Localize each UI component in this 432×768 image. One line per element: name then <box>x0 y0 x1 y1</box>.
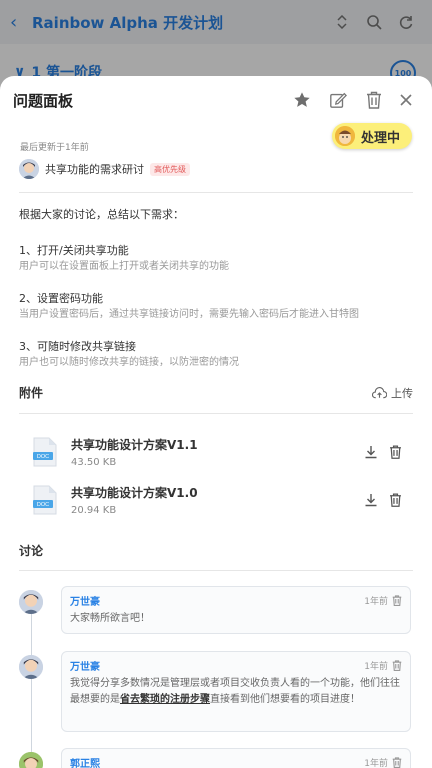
download-icon[interactable] <box>359 445 383 459</box>
upload-button[interactable]: 上传 <box>372 385 413 401</box>
attachment-item[interactable]: DOC 共享功能设计方案V1.1 43.50 KB <box>33 432 407 472</box>
status-label: 处理中 <box>360 130 400 146</box>
comment-author[interactable]: 万世豪 <box>70 593 364 608</box>
attachment-size: 43.50 KB <box>71 457 117 468</box>
trash-icon[interactable] <box>392 757 402 768</box>
comment-time: 1年前 <box>364 597 388 607</box>
svg-text:DOC: DOC <box>37 454 49 460</box>
cloud-upload-icon <box>372 386 387 398</box>
comment-author[interactable]: 郭正熙 <box>70 755 364 768</box>
divider <box>19 413 413 414</box>
upload-label: 上传 <box>391 386 413 400</box>
divider <box>19 570 413 571</box>
trash-icon[interactable] <box>392 595 402 606</box>
comment-bold-text: 省去繁琐的注册步骤 <box>120 694 210 705</box>
status-badge[interactable]: 处理中 <box>331 123 412 149</box>
requirement-item: 1、打开/关闭共享功能 用户可以在设置面板上打开或者关闭共享的功能 <box>19 243 413 274</box>
doc-file-icon: DOC <box>33 485 57 515</box>
issue-description: 根据大家的讨论，总结以下需求： 1、打开/关闭共享功能 用户可以在设置面板上打开… <box>19 206 413 387</box>
download-icon[interactable] <box>359 493 383 507</box>
requirement-heading: 1、打开/关闭共享功能 <box>19 244 129 257</box>
comment-author[interactable]: 万世豪 <box>70 658 364 673</box>
attachment-name[interactable]: 共享功能设计方案V1.0 <box>71 484 359 501</box>
comment-header: 万世豪 1年前 <box>70 593 402 608</box>
requirement-item: 3、可随时修改共享链接 用户也可以随时修改共享的链接，以防泄密的情况 <box>19 339 413 370</box>
comment-text: 我觉得分享多数情况是管理层或者项目交收负责人看的一个功能，他们往往最想要的是省去… <box>70 676 402 708</box>
divider <box>19 192 413 193</box>
star-icon[interactable] <box>284 91 320 109</box>
issue-title-row: 共享功能的需求研讨 高优先级 <box>19 159 190 179</box>
comment-header: 郭正熙 1年前 <box>70 755 402 768</box>
issue-panel: 问题面板 处理中 最后更新于1年前 共享功能的需求研讨 高优先级 根据大家的讨论… <box>0 76 432 768</box>
comment: 万世豪 1年前 大家畅所欲言吧！ <box>61 586 411 634</box>
trash-icon[interactable] <box>392 660 402 671</box>
panel-title: 问题面板 <box>13 91 74 110</box>
issue-title: 共享功能的需求研讨 <box>45 163 144 176</box>
requirement-text: 用户可以在设置面板上打开或者关闭共享的功能 <box>19 261 229 272</box>
close-icon[interactable] <box>392 94 420 106</box>
trash-icon[interactable] <box>356 91 392 109</box>
timeline-line <box>31 606 32 768</box>
status-face-icon <box>334 126 355 146</box>
trash-icon[interactable] <box>383 493 407 507</box>
attachment-name[interactable]: 共享功能设计方案V1.1 <box>71 436 359 453</box>
avatar <box>19 590 43 614</box>
comment-time: 1年前 <box>364 759 388 768</box>
requirement-heading: 3、可随时修改共享链接 <box>19 340 136 353</box>
requirement-heading: 2、设置密码功能 <box>19 292 103 305</box>
discussion-header: 讨论 <box>19 542 413 559</box>
trash-icon[interactable] <box>383 445 407 459</box>
avatar <box>19 655 43 679</box>
doc-file-icon: DOC <box>33 437 57 467</box>
last-updated: 最后更新于1年前 <box>20 143 89 153</box>
panel-header: 问题面板 <box>0 76 432 124</box>
comment-text-part: 直接看到他们想要看的项目进度！ <box>210 694 360 705</box>
requirement-item: 2、设置密码功能 当用户设置密码后，通过共享链接访问时，需要先输入密码后才能进入… <box>19 291 413 322</box>
comment: 郭正熙 1年前 <box>61 748 411 768</box>
svg-text:DOC: DOC <box>37 502 49 508</box>
requirement-text: 当用户设置密码后，通过共享链接访问时，需要先输入密码后才能进入甘特图 <box>19 309 359 320</box>
requirement-text: 用户也可以随时修改共享的链接，以防泄密的情况 <box>19 357 239 368</box>
attachment-size: 20.94 KB <box>71 505 117 516</box>
priority-badge: 高优先级 <box>150 162 190 176</box>
attachment-item[interactable]: DOC 共享功能设计方案V1.0 20.94 KB <box>33 480 407 520</box>
comment-text: 大家畅所欲言吧！ <box>70 613 150 624</box>
avatar <box>19 752 43 768</box>
comment: 万世豪 1年前 我觉得分享多数情况是管理层或者项目交收负责人看的一个功能，他们往… <box>61 651 411 732</box>
attachments-header: 附件 上传 <box>19 384 413 401</box>
description-intro: 根据大家的讨论，总结以下需求： <box>19 208 184 221</box>
attachment-info: 共享功能设计方案V1.0 20.94 KB <box>71 484 359 516</box>
attachment-info: 共享功能设计方案V1.1 43.50 KB <box>71 436 359 468</box>
edit-icon[interactable] <box>320 91 356 109</box>
comment-header: 万世豪 1年前 <box>70 658 402 673</box>
discussion-title: 讨论 <box>19 544 44 558</box>
comment-time: 1年前 <box>364 662 388 672</box>
avatar <box>19 159 39 179</box>
attachments-title: 附件 <box>19 386 44 400</box>
